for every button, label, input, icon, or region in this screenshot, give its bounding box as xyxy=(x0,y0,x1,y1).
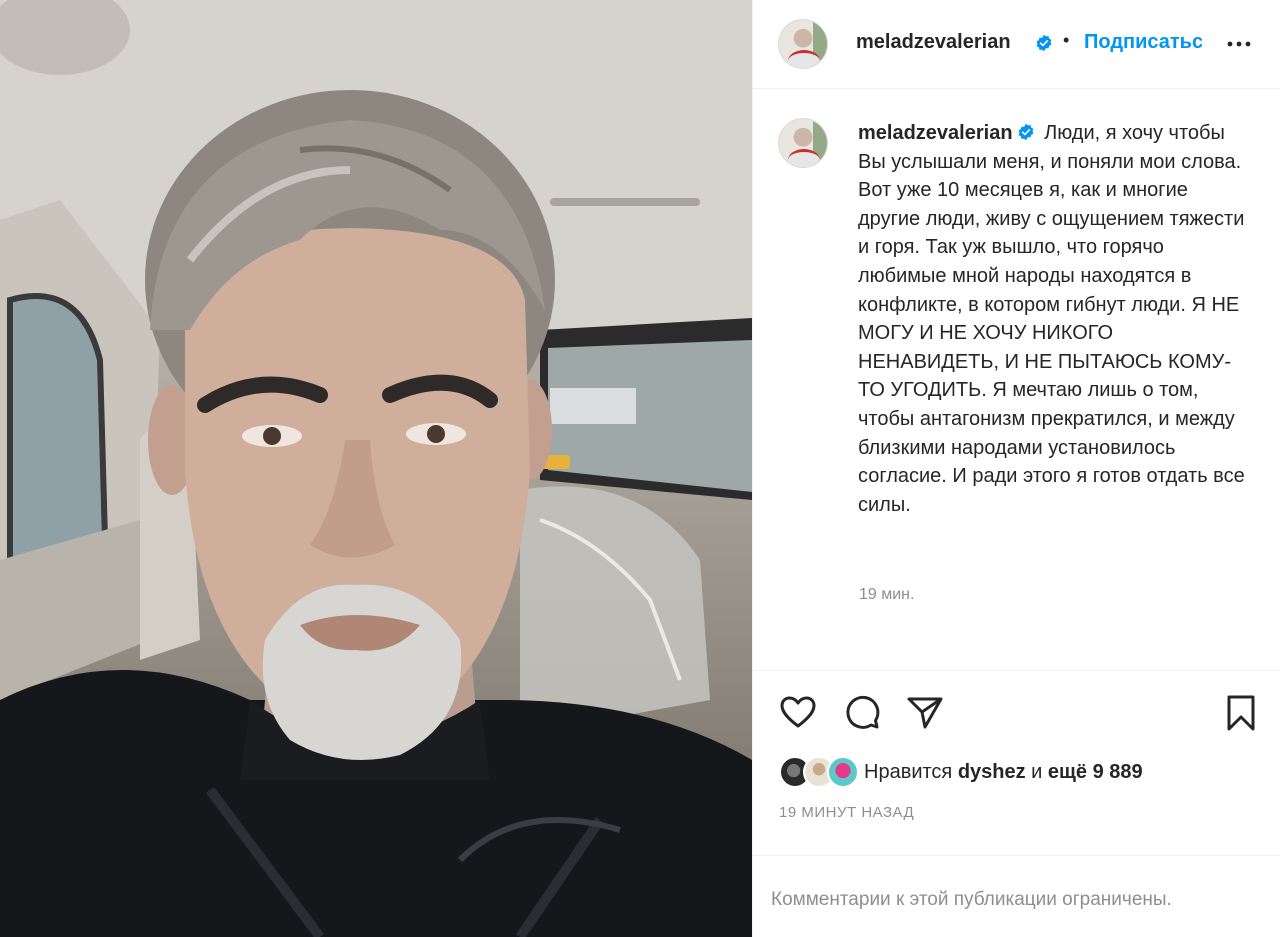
follow-button[interactable]: Подписаться xyxy=(1084,31,1202,54)
likes-conjunction: и xyxy=(1025,761,1048,783)
post-photo xyxy=(0,0,752,937)
liker-avatar[interactable] xyxy=(827,756,859,788)
comments-limited-notice: Комментарии к этой публикации ограничены… xyxy=(771,889,1172,910)
header-separator: • xyxy=(1063,30,1070,50)
liker-avatars[interactable] xyxy=(779,756,869,790)
bookmark-icon[interactable] xyxy=(1221,693,1261,733)
verified-badge-icon xyxy=(1036,34,1052,52)
caption-author-avatar[interactable] xyxy=(778,118,828,168)
caption-section: meladzevalerian Люди, я хочу чтобы Вы ус… xyxy=(753,89,1280,671)
more-horizontal-icon[interactable] xyxy=(1225,30,1253,58)
likes-prefix: Нравится xyxy=(864,761,958,783)
liker-username[interactable]: dyshez xyxy=(958,761,1026,783)
verified-badge-icon xyxy=(1018,123,1033,141)
comment-icon[interactable] xyxy=(842,693,882,733)
author-avatar[interactable] xyxy=(778,19,828,69)
selfie-illustration xyxy=(0,0,752,937)
post-side-panel: meladzevalerian • Подписаться meladzeval… xyxy=(752,0,1280,937)
caption-username[interactable]: meladzevalerian xyxy=(858,122,1013,144)
author-username[interactable]: meladzevalerian xyxy=(856,31,1011,54)
caption-body: Люди, я хочу чтобы Вы услышали меня, и п… xyxy=(858,122,1245,516)
caption: meladzevalerian Люди, я хочу чтобы Вы ус… xyxy=(858,119,1253,519)
post-age[interactable]: 19 МИНУТ НАЗАД xyxy=(779,804,914,821)
heart-icon[interactable] xyxy=(778,693,818,733)
post-header: meladzevalerian • Подписаться xyxy=(753,0,1280,89)
likes-count[interactable]: ещё 9 889 xyxy=(1048,761,1143,783)
post-actions: Нравится dyshez и ещё 9 889 19 МИНУТ НАЗ… xyxy=(753,671,1280,856)
paper-plane-icon[interactable] xyxy=(905,693,945,733)
caption-timestamp: 19 мин. xyxy=(859,586,915,603)
likes-summary: Нравится dyshez и ещё 9 889 xyxy=(864,761,1143,784)
